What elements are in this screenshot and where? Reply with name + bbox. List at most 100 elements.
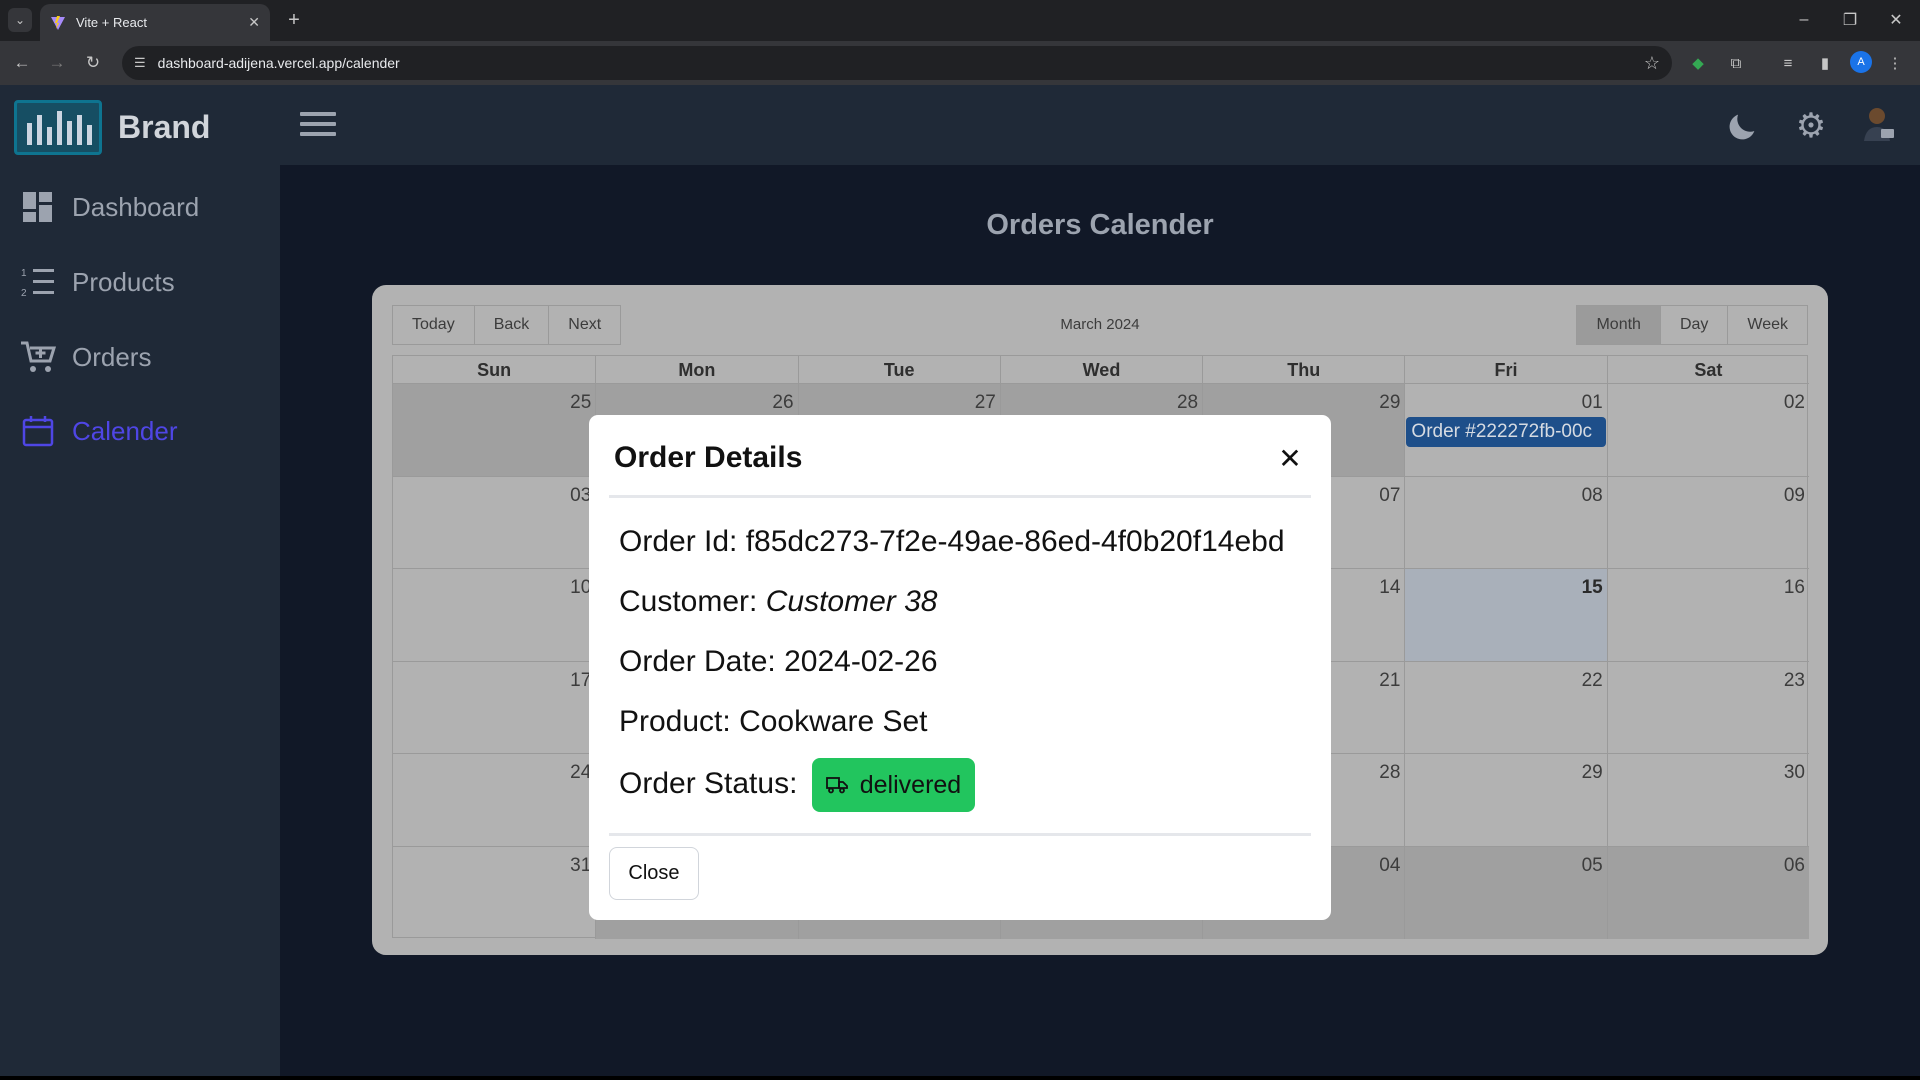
day-number[interactable]: 07 (1379, 485, 1400, 507)
sidebar-item-label: Calender (72, 415, 178, 446)
day-number[interactable]: 27 (975, 392, 996, 414)
day-cell[interactable]: 15 (1404, 569, 1607, 662)
profile-avatar[interactable]: A (1850, 51, 1872, 73)
hamburger-menu-icon[interactable] (300, 112, 336, 140)
day-number[interactable]: 15 (1582, 577, 1603, 599)
day-cell[interactable]: 10 (393, 569, 596, 662)
tab-search-icon[interactable]: ⌄ (8, 8, 32, 32)
settings-gear-icon[interactable]: ⚙ (1792, 107, 1830, 145)
app-header: Brand ⚙ (0, 85, 1920, 165)
day-number[interactable]: 04 (1379, 855, 1400, 877)
order-details-modal: Order Details ✕ Order Id: f85dc273-7f2e-… (589, 415, 1331, 920)
site-info-icon[interactable]: ☰ (134, 55, 146, 71)
weekday-header: Thu (1202, 356, 1405, 384)
restore-icon[interactable]: ❐ (1836, 8, 1864, 32)
day-number[interactable]: 21 (1379, 670, 1400, 692)
day-number[interactable]: 29 (1582, 762, 1603, 784)
day-number[interactable]: 28 (1177, 392, 1198, 414)
tab-close-icon[interactable]: ✕ (248, 14, 260, 31)
day-view-button[interactable]: Day (1660, 305, 1729, 345)
day-cell[interactable]: 23 (1606, 661, 1809, 754)
minimize-icon[interactable]: – (1790, 8, 1818, 32)
day-cell[interactable]: 16 (1606, 569, 1809, 662)
day-number[interactable]: 06 (1784, 855, 1805, 877)
day-number[interactable]: 16 (1784, 577, 1805, 599)
back-arrow-icon[interactable]: ← (10, 51, 34, 75)
day-cell[interactable]: 29 (1404, 754, 1607, 847)
day-cell[interactable]: 09 (1606, 476, 1809, 569)
browser-menu-icon[interactable]: ⋮ (1883, 51, 1907, 75)
day-cell[interactable]: 31 (393, 847, 595, 940)
day-cell[interactable]: 06 (1606, 846, 1809, 939)
bookmark-star-icon[interactable]: ☆ (1644, 53, 1660, 74)
day-number[interactable]: 09 (1784, 485, 1805, 507)
svg-text:2: 2 (21, 288, 27, 298)
weekday-header: Tue (797, 356, 1000, 384)
week-view-button[interactable]: Week (1728, 305, 1808, 345)
tab-title: Vite + React (76, 15, 147, 30)
side-panel-icon[interactable]: ▮ (1813, 51, 1837, 75)
day-number[interactable]: 23 (1784, 670, 1805, 692)
day-number[interactable]: 26 (772, 392, 793, 414)
reload-icon[interactable]: ↻ (81, 51, 105, 75)
calendar-view-group: Month Day Week (1576, 305, 1808, 345)
day-number[interactable]: 30 (1784, 762, 1805, 784)
day-cell[interactable]: 17 (393, 662, 596, 754)
weekday-header: Fri (1404, 356, 1607, 384)
order-id-row: Order Id: f85dc273-7f2e-49ae-86ed-4f0b20… (619, 525, 1285, 559)
status-value: delivered (859, 770, 962, 799)
extension-icon[interactable]: ◆ (1686, 51, 1710, 75)
day-number[interactable]: 01 (1582, 392, 1603, 414)
order-id-value: f85dc273-7f2e-49ae-86ed-4f0b20f14ebd (745, 525, 1285, 558)
day-number[interactable]: 05 (1582, 855, 1603, 877)
day-number[interactable]: 08 (1582, 485, 1603, 507)
product-value: Cookware Set (739, 705, 928, 738)
day-number[interactable]: 28 (1379, 762, 1400, 784)
calendar-event[interactable]: Order #222272fb-00c (1406, 417, 1606, 447)
day-number[interactable]: 02 (1784, 392, 1805, 414)
day-cell[interactable]: 24 (393, 754, 596, 847)
day-cell[interactable]: 01 Order #222272fb-00c (1404, 384, 1607, 477)
day-number[interactable]: 22 (1582, 670, 1603, 692)
day-number[interactable]: 14 (1379, 577, 1400, 599)
day-cell[interactable]: 05 (1404, 846, 1607, 939)
day-cell[interactable]: 22 (1404, 661, 1607, 754)
new-tab-icon[interactable]: + (282, 8, 306, 32)
window-close-icon[interactable]: ✕ (1882, 8, 1910, 32)
modal-divider (609, 495, 1311, 498)
day-cell[interactable]: 02 (1606, 384, 1809, 477)
brand-logo-icon (14, 100, 102, 155)
day-number[interactable]: 25 (570, 392, 591, 414)
sidebar-item-orders[interactable]: Orders (20, 337, 151, 377)
close-icon[interactable]: ✕ (1275, 443, 1305, 474)
weekday-header: Wed (999, 356, 1203, 384)
dashboard-icon (20, 190, 56, 224)
product-label: Product: (619, 705, 731, 738)
month-view-button[interactable]: Month (1576, 305, 1661, 345)
close-button[interactable]: Close (609, 847, 699, 900)
weekday-header: Sun (393, 356, 596, 384)
day-cell[interactable]: 08 (1404, 476, 1607, 569)
media-control-icon[interactable]: ≡ (1776, 51, 1800, 75)
day-number[interactable]: 29 (1379, 392, 1400, 414)
user-avatar-icon[interactable] (1862, 105, 1896, 143)
browser-tab[interactable]: Vite + React ✕ (40, 4, 270, 41)
dark-mode-moon-icon[interactable] (1724, 107, 1762, 145)
day-cell[interactable]: 25 (393, 384, 596, 477)
modal-divider (609, 833, 1311, 836)
day-cell[interactable]: 03 (393, 477, 596, 569)
forward-arrow-icon[interactable]: → (45, 51, 69, 75)
brand-name: Brand (118, 109, 211, 145)
sidebar: Dashboard 1 2 Products Orders Calender (0, 165, 280, 1080)
app-root: Brand ⚙ Dashboard 1 2 Products Orders Ca… (0, 85, 1920, 1080)
sidebar-item-label: Dashboard (72, 191, 200, 222)
browser-tab-strip: ⌄ Vite + React ✕ + – ❐ ✕ (0, 0, 1920, 41)
truck-icon (825, 777, 848, 794)
extensions-puzzle-icon[interactable]: ⧉ (1724, 51, 1748, 75)
day-cell[interactable]: 30 (1606, 754, 1809, 847)
address-bar[interactable]: ☰ dashboard-adijena.vercel.app/calender … (122, 46, 1672, 80)
sidebar-item-dashboard[interactable]: Dashboard (20, 187, 199, 227)
browser-toolbar: ← → ↻ ☰ dashboard-adijena.vercel.app/cal… (0, 41, 1920, 85)
sidebar-item-calender[interactable]: Calender (20, 411, 178, 451)
sidebar-item-products[interactable]: 1 2 Products (20, 262, 175, 302)
